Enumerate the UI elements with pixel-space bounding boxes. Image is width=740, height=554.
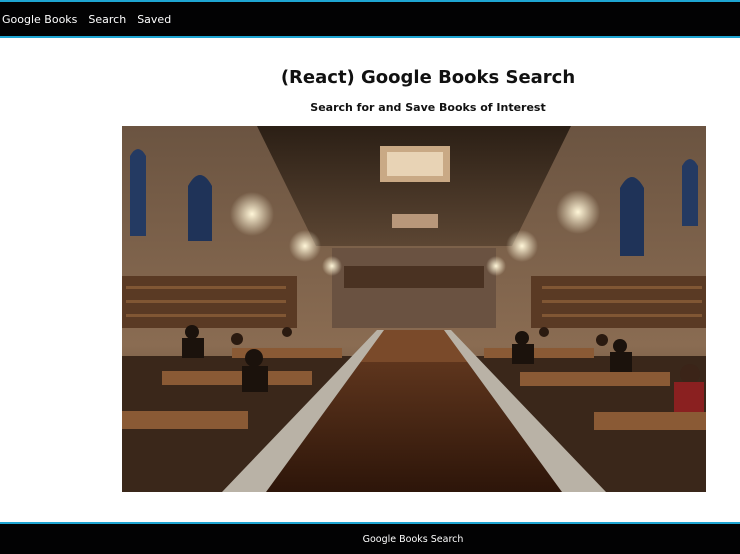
page-subtitle: Search for and Save Books of Interest [310, 101, 546, 114]
nav-saved-link[interactable]: Saved [137, 13, 171, 26]
footer: Google Books Search [0, 522, 740, 554]
navbar: Google Books Search Saved [0, 0, 740, 38]
nav-brand-link[interactable]: Google Books [2, 13, 77, 26]
nav-search-link[interactable]: Search [88, 13, 126, 26]
library-illustration [122, 126, 706, 492]
hero-library-image [122, 126, 706, 492]
footer-text: Google Books Search [362, 533, 464, 545]
page-title: (React) Google Books Search [280, 67, 576, 88]
